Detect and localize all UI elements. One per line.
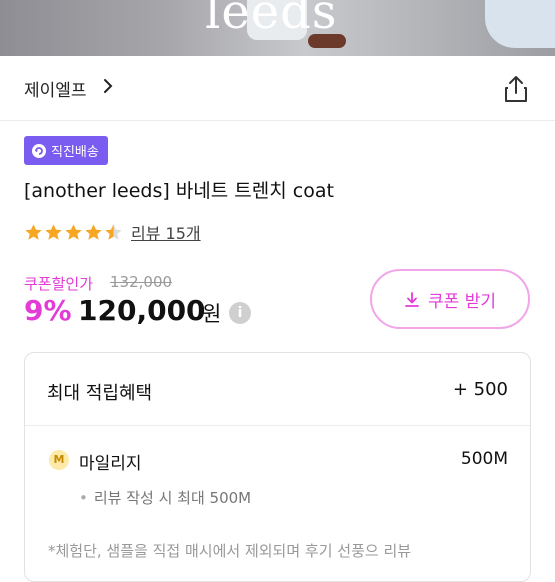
- star-full-icon: [85, 224, 102, 240]
- shop-name[interactable]: 제이엘프: [24, 76, 87, 101]
- currency-unit: 원: [202, 302, 222, 326]
- get-coupon-label: 쿠폰 받기: [428, 291, 496, 312]
- original-price: 132,000: [110, 273, 173, 291]
- mileage-label: 마일리지: [79, 454, 142, 474]
- direct-shipping-badge: 직진배송: [24, 136, 108, 165]
- star-full-icon: [65, 224, 82, 240]
- image-cloth-shape: [485, 0, 555, 48]
- mileage-note: • 리뷰 작성 시 최대 500M: [79, 487, 251, 508]
- review-count-link[interactable]: 리뷰 15개: [131, 220, 201, 244]
- bullet-icon: •: [79, 489, 88, 507]
- mileage-note-text: 리뷰 작성 시 최대 500M: [93, 489, 252, 507]
- image-watermark: leeds: [205, 0, 338, 40]
- sale-price: 120,000: [78, 294, 206, 327]
- notice-text: *체험단, 샘플을 직접 매시에서 제외되며 후기 선풍으 리뷰: [48, 542, 412, 560]
- coupon-price-label: 쿠폰할인가: [24, 275, 94, 293]
- get-coupon-button[interactable]: 쿠폰 받기: [370, 269, 530, 329]
- download-icon: [405, 291, 419, 307]
- share-icon[interactable]: [502, 74, 530, 104]
- product-title: [another leeds] 바네트 트렌치 coat: [24, 180, 334, 202]
- discount-rate: 9%: [24, 294, 72, 327]
- star-full-icon: [45, 224, 62, 240]
- shop-row[interactable]: 제이엘프: [0, 56, 555, 121]
- points-header-label: 최대 적립혜택: [47, 383, 153, 404]
- mileage-icon: M: [49, 450, 69, 470]
- points-header[interactable]: 최대 적립혜택 + 500: [25, 353, 530, 426]
- chevron-right-icon: [104, 79, 113, 93]
- badge-label: 직진배송: [51, 145, 99, 160]
- star-half-icon: [105, 224, 122, 240]
- product-image: leeds: [0, 0, 555, 56]
- points-header-value: + 500: [452, 379, 508, 400]
- mileage-value: 500M: [460, 449, 508, 469]
- rating-stars: [24, 223, 123, 242]
- refresh-icon: [32, 143, 46, 158]
- star-full-icon: [25, 224, 42, 240]
- info-icon[interactable]: i: [229, 302, 251, 324]
